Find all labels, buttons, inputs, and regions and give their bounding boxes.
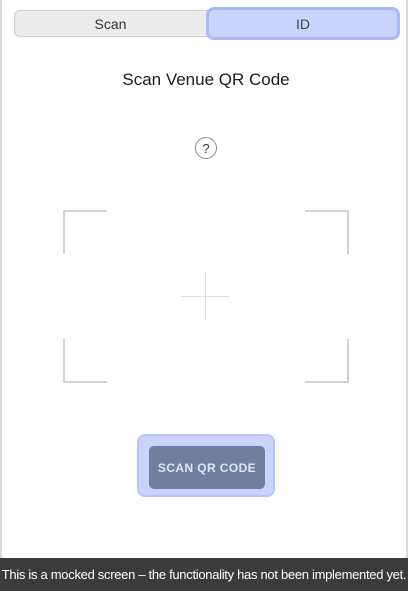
scan-button-highlight: SCAN QR CODE [137,434,275,497]
tab-scan[interactable]: Scan [15,11,206,36]
qr-viewfinder [63,210,349,383]
question-circle-icon[interactable]: ? [195,137,217,159]
scan-qr-code-button[interactable]: SCAN QR CODE [149,446,265,489]
tab-id-label: ID [296,15,310,32]
page-title: Scan Venue QR Code [122,70,290,89]
mode-segmented-control: Scan ID [14,7,400,40]
app-screen: Scan ID Scan Venue QR Code ? SCAN QR COD… [0,0,408,591]
viewfinder-corner-top-left [63,210,107,254]
tab-id[interactable]: ID [206,7,400,40]
tab-scan-label: Scan [94,15,127,32]
help-label: ? [202,140,210,156]
mock-screen-banner: This is a mocked screen – the functional… [0,558,408,591]
crosshair-vertical [205,272,206,320]
viewfinder-corner-bottom-left [63,339,107,383]
viewfinder-corner-top-right [305,210,349,254]
viewfinder-corner-bottom-right [305,339,349,383]
